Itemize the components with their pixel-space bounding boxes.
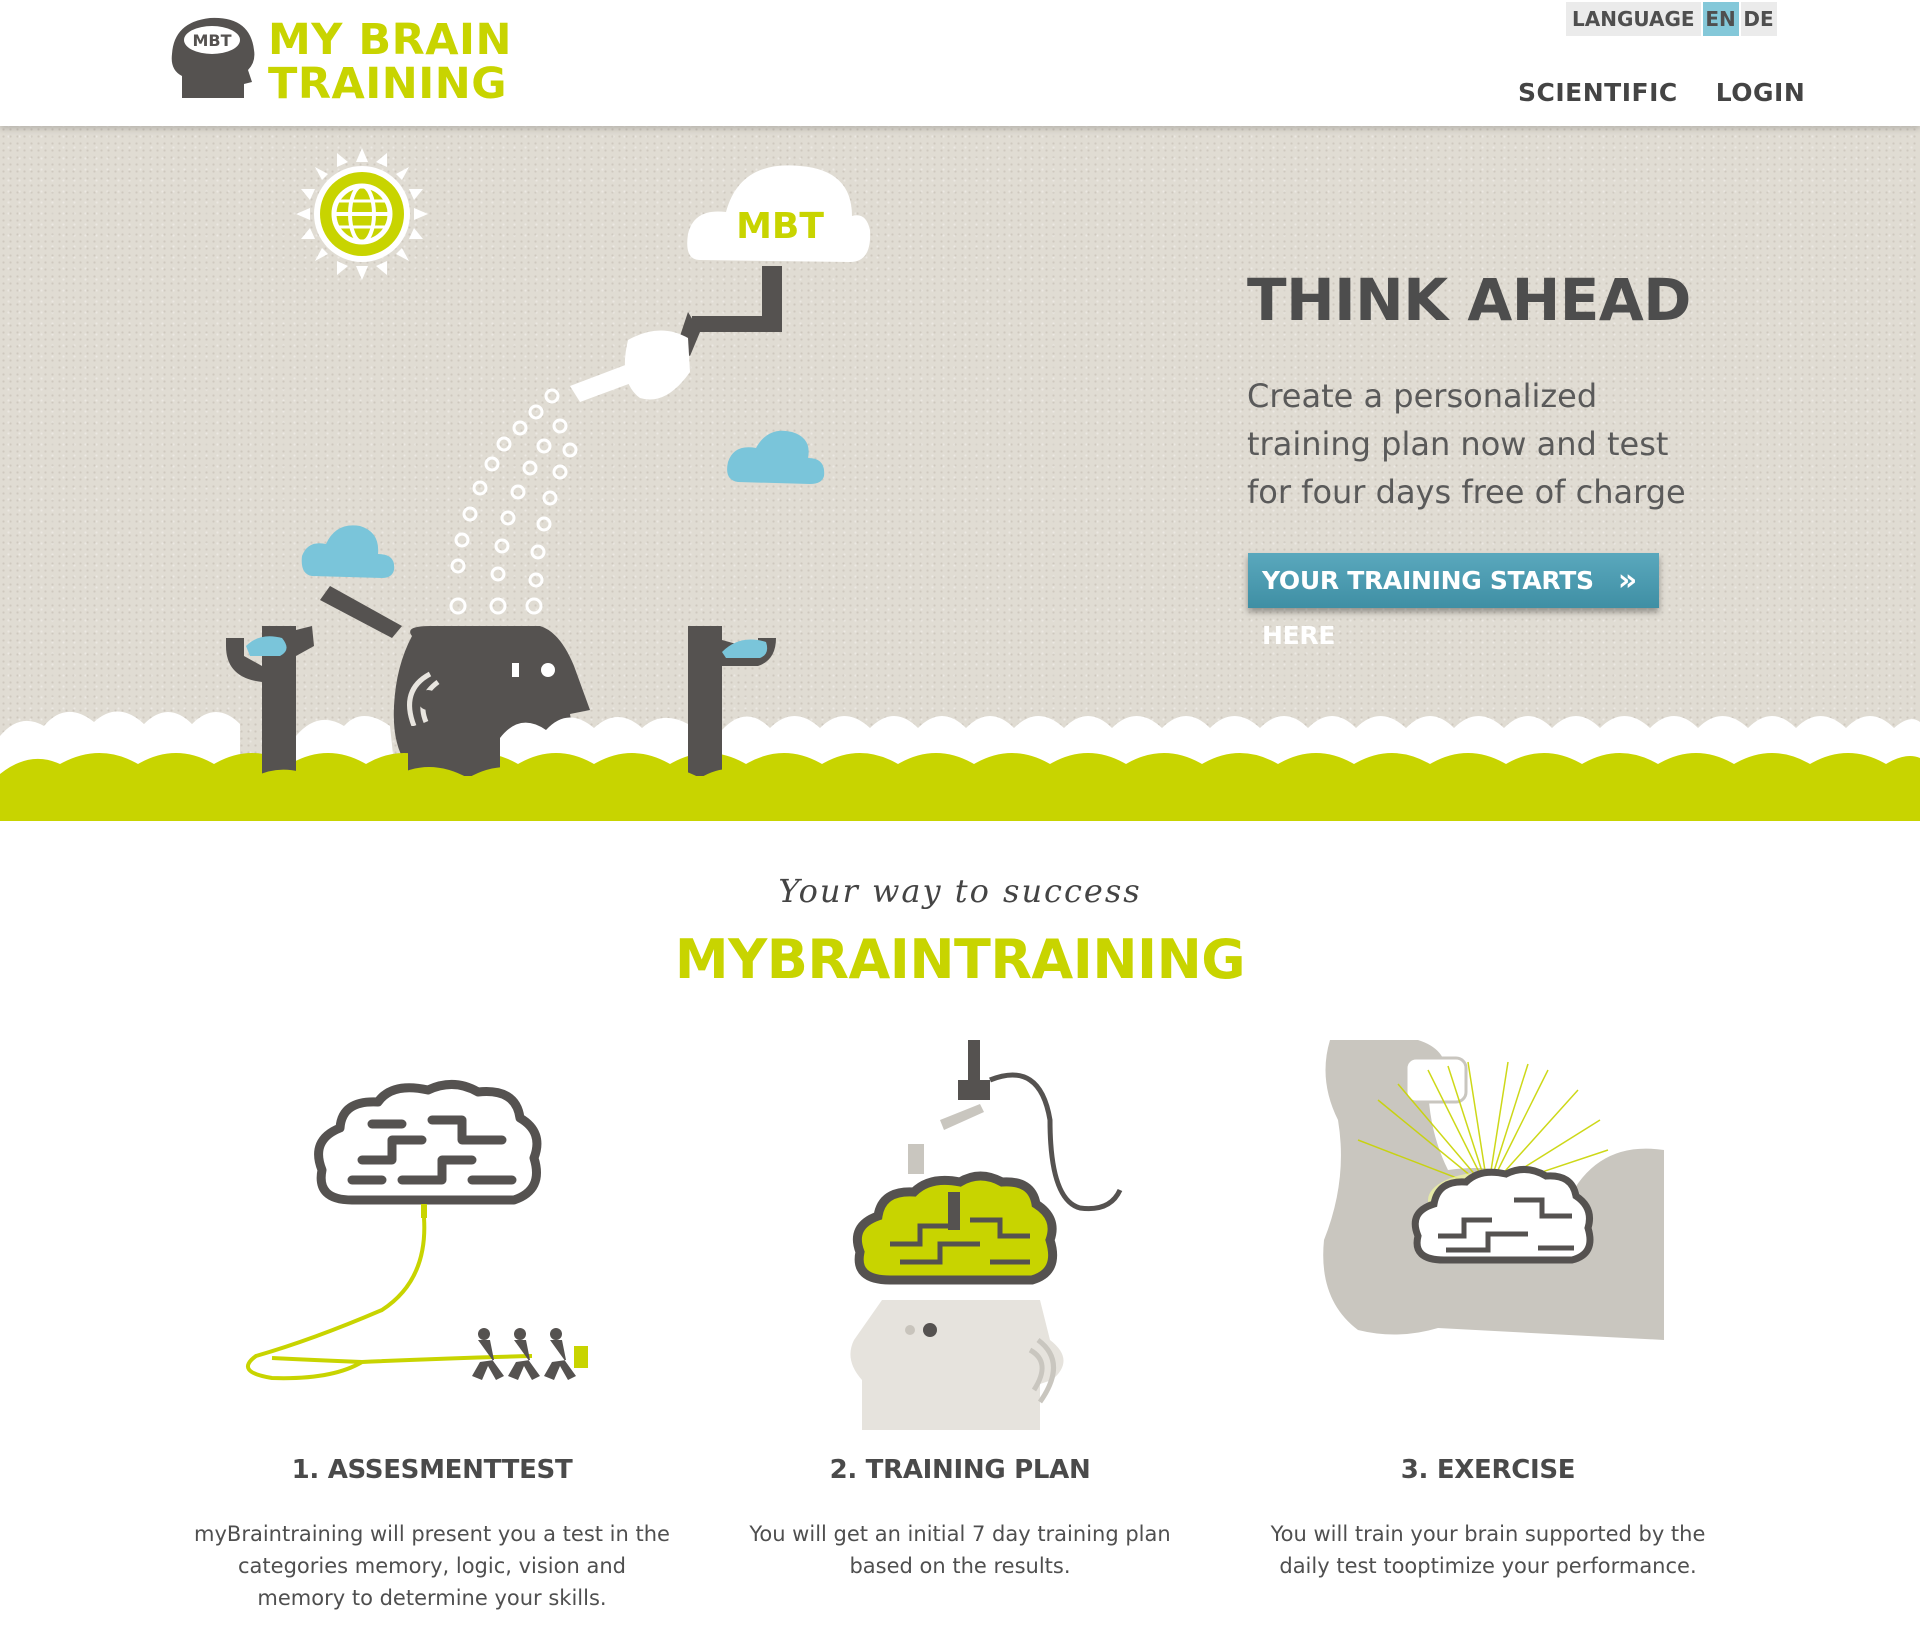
hero-banner: MBT THINK AHEAD Create a personalized tr…: [0, 126, 1920, 821]
sun-globe-icon: [296, 148, 428, 280]
step-1-title: 1. ASSESMENTTEST: [291, 1455, 573, 1485]
brain-cable-runners-illustration: [245, 1080, 588, 1381]
hero-title: THINK AHEAD: [1247, 266, 1691, 334]
section-tagline: Your way to success: [778, 872, 1142, 910]
section-title: MYBRAINTRAINING: [674, 928, 1246, 991]
brain-plug-head-illustration: [850, 1040, 1123, 1430]
hero-subtitle: Create a personalized training plan now …: [1247, 377, 1686, 511]
flexed-arm-brain-illustration: [1323, 1040, 1664, 1340]
language-label: LANGUAGE: [1566, 2, 1701, 36]
logo-wordmark: MY BRAIN TRAINING: [268, 18, 512, 106]
site-header: MBT MY BRAIN TRAINING LANGUAGE EN DE SCI…: [0, 0, 1920, 126]
language-option-de[interactable]: DE: [1740, 2, 1777, 36]
main-nav: SCIENTIFIC LOGIN: [1518, 78, 1805, 107]
site-logo[interactable]: MBT MY BRAIN TRAINING: [168, 10, 528, 110]
language-switcher: LANGUAGE EN DE: [1566, 2, 1777, 36]
nav-link-login[interactable]: LOGIN: [1716, 78, 1806, 107]
double-chevron-right-icon: »: [1617, 563, 1637, 598]
head-logo-icon: MBT: [171, 17, 255, 99]
step-3-description: You will train your brain supported by t…: [1270, 1522, 1706, 1578]
svg-text:MBT: MBT: [736, 206, 824, 247]
blue-cloud-right-icon: [727, 430, 825, 484]
logo-line-1: MY BRAIN: [268, 15, 513, 65]
nav-link-scientific[interactable]: SCIENTIFIC: [1518, 78, 1678, 107]
start-training-button[interactable]: YOUR TRAINING STARTS HERE »: [1248, 553, 1659, 650]
logo-line-2: TRAINING: [268, 59, 507, 109]
step-2-description: You will get an initial 7 day training p…: [749, 1522, 1171, 1578]
step-1-description: myBraintraining will present you a test …: [194, 1522, 670, 1610]
language-option-en[interactable]: EN: [1702, 2, 1739, 36]
blue-cloud-left-icon: [301, 525, 395, 578]
svg-text:MBT: MBT: [192, 31, 231, 50]
mbt-cloud-icon: MBT: [687, 165, 871, 262]
step-3-title: 3. EXERCISE: [1400, 1455, 1576, 1485]
step-2-title: 2. TRAINING PLAN: [829, 1455, 1091, 1485]
